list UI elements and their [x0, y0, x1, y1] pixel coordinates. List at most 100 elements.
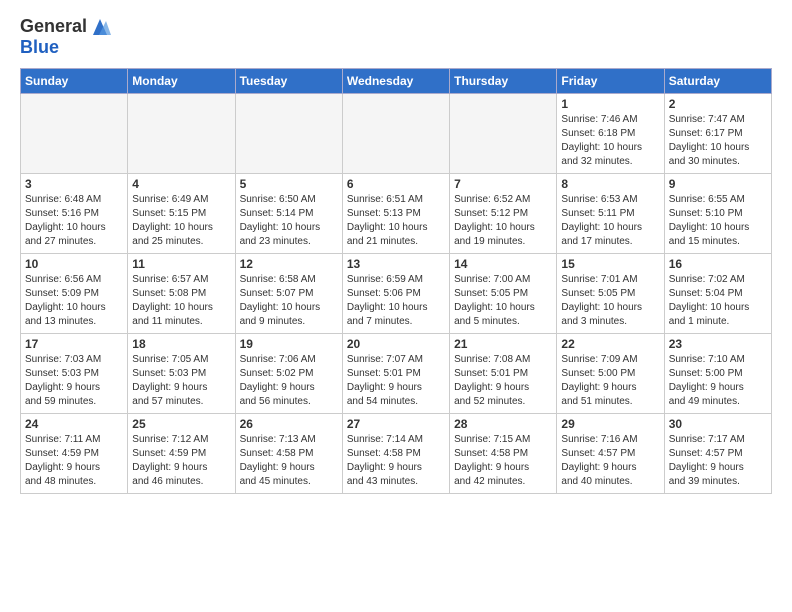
logo-icon	[89, 17, 111, 37]
calendar-week-1: 3 Sunrise: 6:48 AM Sunset: 5:16 PM Daylig…	[21, 174, 772, 254]
day-number: 6	[347, 177, 445, 191]
day-info: Sunrise: 7:16 AM Sunset: 4:57 PM Dayligh…	[561, 433, 659, 489]
day-number: 29	[561, 417, 659, 431]
day-info: Sunrise: 7:00 AM Sunset: 5:05 PM Dayligh…	[454, 273, 552, 329]
day-info: Sunrise: 6:58 AM Sunset: 5:07 PM Dayligh…	[240, 273, 338, 329]
day-number: 22	[561, 337, 659, 351]
day-number: 20	[347, 337, 445, 351]
calendar-cell	[128, 94, 235, 174]
calendar-cell: 21 Sunrise: 7:08 AM Sunset: 5:01 PM Dayli…	[450, 334, 557, 414]
calendar-cell: 1 Sunrise: 7:46 AM Sunset: 6:18 PM Daylig…	[557, 94, 664, 174]
logo: General Blue	[20, 16, 111, 58]
day-info: Sunrise: 7:09 AM Sunset: 5:00 PM Dayligh…	[561, 353, 659, 409]
day-info: Sunrise: 7:13 AM Sunset: 4:58 PM Dayligh…	[240, 433, 338, 489]
day-number: 4	[132, 177, 230, 191]
calendar-header-row: SundayMondayTuesdayWednesdayThursdayFrid…	[21, 69, 772, 94]
day-header-monday: Monday	[128, 69, 235, 94]
day-info: Sunrise: 6:53 AM Sunset: 5:11 PM Dayligh…	[561, 193, 659, 249]
calendar-cell	[235, 94, 342, 174]
day-info: Sunrise: 7:17 AM Sunset: 4:57 PM Dayligh…	[669, 433, 767, 489]
day-number: 14	[454, 257, 552, 271]
day-info: Sunrise: 7:12 AM Sunset: 4:59 PM Dayligh…	[132, 433, 230, 489]
calendar-week-0: 1 Sunrise: 7:46 AM Sunset: 6:18 PM Daylig…	[21, 94, 772, 174]
calendar-week-3: 17 Sunrise: 7:03 AM Sunset: 5:03 PM Dayli…	[21, 334, 772, 414]
day-number: 3	[25, 177, 123, 191]
calendar-cell: 7 Sunrise: 6:52 AM Sunset: 5:12 PM Daylig…	[450, 174, 557, 254]
calendar-cell: 20 Sunrise: 7:07 AM Sunset: 5:01 PM Dayli…	[342, 334, 449, 414]
day-header-thursday: Thursday	[450, 69, 557, 94]
calendar-cell: 19 Sunrise: 7:06 AM Sunset: 5:02 PM Dayli…	[235, 334, 342, 414]
day-info: Sunrise: 6:57 AM Sunset: 5:08 PM Dayligh…	[132, 273, 230, 329]
calendar-cell: 28Sunrise: 7:15 AM Sunset: 4:58 PM Dayli…	[450, 414, 557, 494]
day-info: Sunrise: 6:56 AM Sunset: 5:09 PM Dayligh…	[25, 273, 123, 329]
day-info: Sunrise: 6:52 AM Sunset: 5:12 PM Dayligh…	[454, 193, 552, 249]
calendar-cell: 13Sunrise: 6:59 AM Sunset: 5:06 PM Dayli…	[342, 254, 449, 334]
logo-blue-text: Blue	[20, 37, 111, 58]
calendar-cell: 29 Sunrise: 7:16 AM Sunset: 4:57 PM Dayli…	[557, 414, 664, 494]
day-header-saturday: Saturday	[664, 69, 771, 94]
day-header-wednesday: Wednesday	[342, 69, 449, 94]
day-info: Sunrise: 7:06 AM Sunset: 5:02 PM Dayligh…	[240, 353, 338, 409]
day-number: 11	[132, 257, 230, 271]
day-number: 9	[669, 177, 767, 191]
calendar-cell: 24 Sunrise: 7:11 AM Sunset: 4:59 PM Dayli…	[21, 414, 128, 494]
calendar-cell	[21, 94, 128, 174]
day-number: 8	[561, 177, 659, 191]
day-info: Sunrise: 6:48 AM Sunset: 5:16 PM Dayligh…	[25, 193, 123, 249]
day-number: 24	[25, 417, 123, 431]
day-number: 26	[240, 417, 338, 431]
day-info: Sunrise: 7:05 AM Sunset: 5:03 PM Dayligh…	[132, 353, 230, 409]
day-info: Sunrise: 7:08 AM Sunset: 5:01 PM Dayligh…	[454, 353, 552, 409]
calendar-cell: 3 Sunrise: 6:48 AM Sunset: 5:16 PM Daylig…	[21, 174, 128, 254]
day-number: 13	[347, 257, 445, 271]
day-number: 7	[454, 177, 552, 191]
day-number: 5	[240, 177, 338, 191]
day-number: 19	[240, 337, 338, 351]
calendar-cell: 11 Sunrise: 6:57 AM Sunset: 5:08 PM Dayli…	[128, 254, 235, 334]
calendar-week-2: 10Sunrise: 6:56 AM Sunset: 5:09 PM Dayli…	[21, 254, 772, 334]
calendar-cell: 16Sunrise: 7:02 AM Sunset: 5:04 PM Dayli…	[664, 254, 771, 334]
calendar-cell: 26 Sunrise: 7:13 AM Sunset: 4:58 PM Dayli…	[235, 414, 342, 494]
day-info: Sunrise: 7:02 AM Sunset: 5:04 PM Dayligh…	[669, 273, 767, 329]
page: General Blue SundayMondayTuesdayWednesda…	[0, 0, 792, 504]
day-number: 30	[669, 417, 767, 431]
calendar-cell: 22 Sunrise: 7:09 AM Sunset: 5:00 PM Dayli…	[557, 334, 664, 414]
day-info: Sunrise: 7:03 AM Sunset: 5:03 PM Dayligh…	[25, 353, 123, 409]
day-info: Sunrise: 7:11 AM Sunset: 4:59 PM Dayligh…	[25, 433, 123, 489]
logo-general-text: General	[20, 16, 87, 37]
day-info: Sunrise: 7:47 AM Sunset: 6:17 PM Dayligh…	[669, 113, 767, 169]
day-number: 21	[454, 337, 552, 351]
day-number: 18	[132, 337, 230, 351]
calendar-cell	[342, 94, 449, 174]
day-info: Sunrise: 6:49 AM Sunset: 5:15 PM Dayligh…	[132, 193, 230, 249]
calendar-cell: 27 Sunrise: 7:14 AM Sunset: 4:58 PM Dayli…	[342, 414, 449, 494]
calendar-cell	[450, 94, 557, 174]
day-number: 27	[347, 417, 445, 431]
calendar-cell: 9 Sunrise: 6:55 AM Sunset: 5:10 PM Daylig…	[664, 174, 771, 254]
calendar-cell: 30 Sunrise: 7:17 AM Sunset: 4:57 PM Dayli…	[664, 414, 771, 494]
calendar-cell: 14 Sunrise: 7:00 AM Sunset: 5:05 PM Dayli…	[450, 254, 557, 334]
day-info: Sunrise: 7:46 AM Sunset: 6:18 PM Dayligh…	[561, 113, 659, 169]
day-number: 28	[454, 417, 552, 431]
day-info: Sunrise: 7:07 AM Sunset: 5:01 PM Dayligh…	[347, 353, 445, 409]
calendar-cell: 25 Sunrise: 7:12 AM Sunset: 4:59 PM Dayli…	[128, 414, 235, 494]
calendar-cell: 23 Sunrise: 7:10 AM Sunset: 5:00 PM Dayli…	[664, 334, 771, 414]
day-info: Sunrise: 7:10 AM Sunset: 5:00 PM Dayligh…	[669, 353, 767, 409]
day-info: Sunrise: 7:01 AM Sunset: 5:05 PM Dayligh…	[561, 273, 659, 329]
day-number: 15	[561, 257, 659, 271]
day-number: 23	[669, 337, 767, 351]
day-info: Sunrise: 6:55 AM Sunset: 5:10 PM Dayligh…	[669, 193, 767, 249]
calendar-cell: 4 Sunrise: 6:49 AM Sunset: 5:15 PM Daylig…	[128, 174, 235, 254]
day-info: Sunrise: 7:14 AM Sunset: 4:58 PM Dayligh…	[347, 433, 445, 489]
day-number: 25	[132, 417, 230, 431]
day-info: Sunrise: 6:50 AM Sunset: 5:14 PM Dayligh…	[240, 193, 338, 249]
day-header-tuesday: Tuesday	[235, 69, 342, 94]
day-number: 17	[25, 337, 123, 351]
calendar-cell: 18 Sunrise: 7:05 AM Sunset: 5:03 PM Dayli…	[128, 334, 235, 414]
day-header-sunday: Sunday	[21, 69, 128, 94]
calendar-cell: 17 Sunrise: 7:03 AM Sunset: 5:03 PM Dayli…	[21, 334, 128, 414]
day-info: Sunrise: 6:51 AM Sunset: 5:13 PM Dayligh…	[347, 193, 445, 249]
calendar-cell: 8 Sunrise: 6:53 AM Sunset: 5:11 PM Daylig…	[557, 174, 664, 254]
day-number: 1	[561, 97, 659, 111]
calendar-week-4: 24 Sunrise: 7:11 AM Sunset: 4:59 PM Dayli…	[21, 414, 772, 494]
